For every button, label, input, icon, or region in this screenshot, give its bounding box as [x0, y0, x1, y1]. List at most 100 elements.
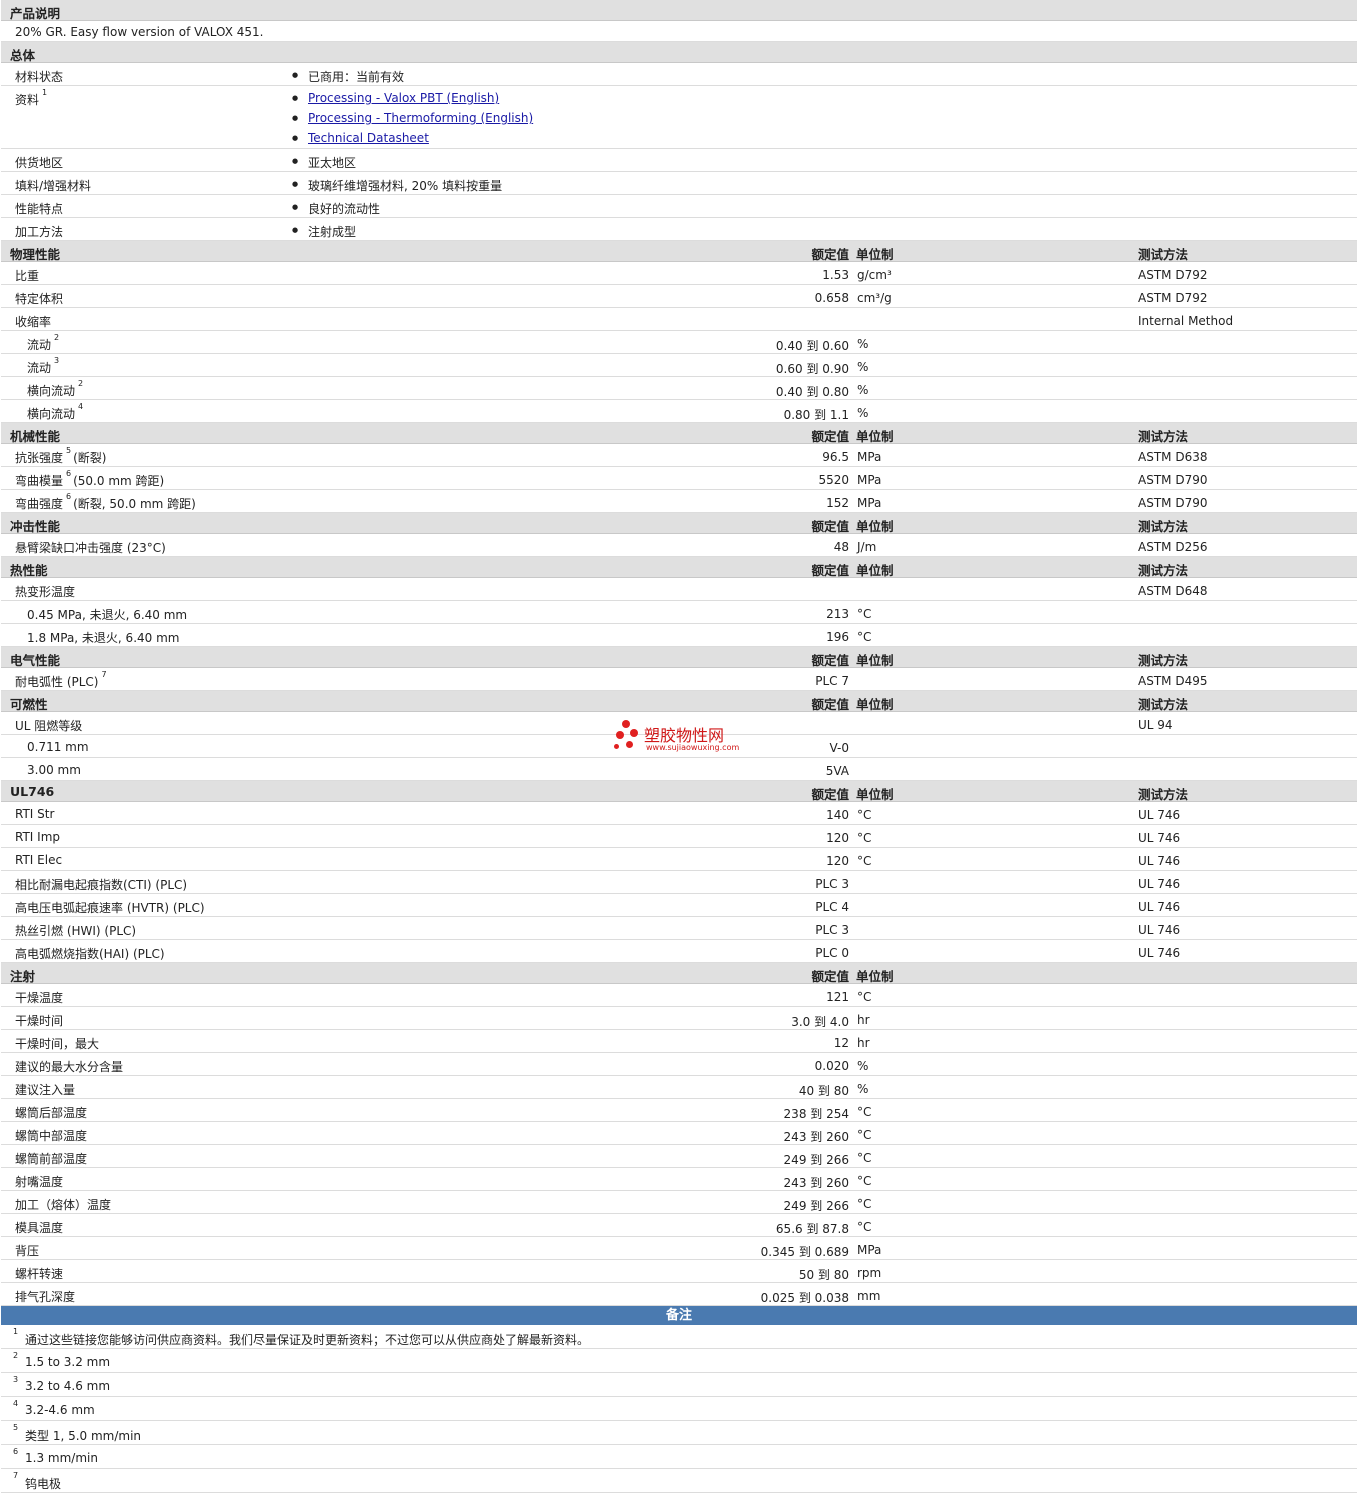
- link-list-item: Processing - Valox PBT (English): [292, 91, 499, 105]
- bullet-item: 已商用：当前有效: [292, 68, 404, 85]
- note-number: 1: [13, 1327, 19, 1336]
- general-label: 材料状态: [15, 70, 64, 84]
- general-label: 性能特点: [15, 202, 64, 216]
- property-unit: MPa: [857, 496, 882, 510]
- property-value: 140: [826, 808, 849, 822]
- property-value: 48: [833, 540, 849, 554]
- supplier-link[interactable]: Technical Datasheet: [308, 131, 429, 145]
- description-row: 20% GR. Easy flow version of VALOX 451.: [1, 21, 1357, 42]
- property-unit: %: [857, 360, 869, 374]
- property-unit: °C: [857, 630, 872, 644]
- property-value: 0.345 到 0.689: [760, 1245, 849, 1259]
- property-name: 高电压电弧起痕速率 (HVTR) (PLC): [15, 901, 205, 915]
- property-name: 3.00 mm: [27, 763, 81, 777]
- property-label: 干燥温度: [15, 989, 63, 1006]
- property-label: 干燥时间: [15, 1012, 63, 1029]
- property-name: 弯曲强度: [15, 497, 64, 511]
- property-label: 0.711 mm: [27, 740, 89, 754]
- property-row: 弯曲强度6(断裂, 50.0 mm 跨距) 152 MPa ASTM D790: [1, 490, 1357, 513]
- test-method: Internal Method: [1138, 314, 1234, 328]
- property-unit: MPa: [857, 473, 882, 487]
- test-method: ASTM D256: [1138, 540, 1208, 554]
- property-unit: °C: [857, 1197, 872, 1211]
- property-value: PLC 3: [815, 877, 849, 891]
- property-row: 横向流动2 0.40 到 0.80%: [1, 377, 1357, 400]
- property-row: 螺筒后部温度 238 到 254 °C: [1, 1099, 1357, 1122]
- general-label: 供货地区: [15, 156, 64, 170]
- property-value: 238 到 254: [783, 1107, 849, 1121]
- property-row: 比重 1.53 g/cm³ ASTM D792: [1, 262, 1357, 285]
- supplier-link[interactable]: Processing - Valox PBT (English): [308, 91, 499, 105]
- test-method: UL 746: [1138, 831, 1181, 845]
- property-label: 模具温度: [15, 1219, 63, 1236]
- property-unit: J/m: [857, 540, 877, 554]
- property-value: V-0: [829, 741, 849, 755]
- property-row: 弯曲模量6(50.0 mm 跨距) 5520 MPa ASTM D790: [1, 467, 1357, 490]
- property-name: 流动: [27, 338, 52, 352]
- header-method: 测试方法: [1138, 697, 1189, 712]
- general-value: 亚太地区: [308, 156, 357, 170]
- property-unit: mm: [857, 1289, 881, 1303]
- test-method: UL 746: [1138, 946, 1181, 960]
- section-title: 冲击性能: [10, 519, 61, 534]
- notes-header: 备注: [1, 1306, 1357, 1325]
- property-unit: MPa: [857, 450, 882, 464]
- property-label: 排气孔深度: [15, 1288, 75, 1305]
- note-number: 7: [13, 1471, 19, 1480]
- note-row: 7 钨电极: [1, 1469, 1357, 1493]
- property-label: 3.00 mm: [27, 763, 81, 777]
- property-row: 螺筒中部温度 243 到 260 °C: [1, 1122, 1357, 1145]
- property-row: RTI Imp 120 °C UL 746: [1, 825, 1357, 848]
- property-label: 高电压电弧起痕速率 (HVTR) (PLC): [15, 899, 205, 916]
- property-name: 螺筒前部温度: [15, 1152, 88, 1166]
- property-unit: g/cm³: [857, 268, 892, 282]
- property-name: 干燥温度: [15, 991, 64, 1005]
- property-name: 加工（熔体）温度: [15, 1198, 112, 1212]
- note-number: 6: [13, 1447, 19, 1456]
- test-method: UL 746: [1138, 900, 1181, 914]
- property-name: 螺筒中部温度: [15, 1129, 88, 1143]
- property-label: 1.8 MPa, 未退火, 6.40 mm: [27, 629, 179, 646]
- link-list-item: Processing - Thermoforming (English): [292, 111, 533, 125]
- bullet-item: 亚太地区: [292, 154, 356, 171]
- property-unit: °C: [857, 1220, 872, 1234]
- property-label: 螺筒后部温度: [15, 1104, 87, 1121]
- property-label: 弯曲强度6(断裂, 50.0 mm 跨距): [15, 492, 196, 512]
- header-value: 额定值: [811, 969, 849, 984]
- property-unit: cm³/g: [857, 291, 892, 305]
- general-value: 注射成型: [308, 225, 357, 239]
- property-name: 收缩率: [15, 315, 52, 329]
- section-header: 注射 额定值 单位制: [1, 963, 1357, 984]
- section-title: 物理性能: [10, 247, 61, 262]
- property-label: RTI Elec: [15, 853, 62, 867]
- footnote-ref: 7: [101, 670, 107, 679]
- property-value: 196: [826, 630, 849, 644]
- property-name: 0.45 MPa, 未退火, 6.40 mm: [27, 608, 188, 622]
- header-value: 额定值: [811, 429, 849, 444]
- property-row: 热变形温度 ASTM D648: [1, 578, 1357, 601]
- note-number: 5: [13, 1423, 19, 1432]
- property-label: 相比耐漏电起痕指数(CTI) (PLC): [15, 876, 187, 893]
- supplier-link[interactable]: Processing - Thermoforming (English): [308, 111, 533, 125]
- property-row: 1.8 MPa, 未退火, 6.40 mm 196 °C: [1, 624, 1357, 647]
- property-row: 流动3 0.60 到 0.90%: [1, 354, 1357, 377]
- footnote-ref: 4: [78, 402, 84, 411]
- section-header: 可燃性 额定值 单位制 测试方法: [1, 691, 1357, 712]
- test-method: UL 746: [1138, 854, 1181, 868]
- property-unit: hr: [857, 1036, 870, 1050]
- property-value: 3.0 到 4.0: [791, 1015, 849, 1029]
- note-text: 1.3 mm/min: [25, 1451, 98, 1465]
- property-row: 流动2 0.40 到 0.60%: [1, 331, 1357, 354]
- property-unit: hr: [857, 1013, 870, 1027]
- property-label: 建议的最大水分含量: [15, 1058, 123, 1075]
- section-title: 可燃性: [10, 697, 48, 712]
- property-row: 排气孔深度 0.025 到 0.038 mm: [1, 1283, 1357, 1306]
- general-row: 加工方法 注射成型: [1, 218, 1357, 241]
- test-method: UL 94: [1138, 718, 1173, 732]
- header-unit: 单位制: [856, 247, 894, 262]
- property-unit: °C: [857, 1151, 872, 1165]
- property-row: 高电弧燃烧指数(HAI) (PLC) PLC 0 UL 746: [1, 940, 1357, 963]
- section-title: 机械性能: [10, 429, 61, 444]
- property-row: 干燥温度 121 °C: [1, 984, 1357, 1007]
- property-unit: °C: [857, 808, 872, 822]
